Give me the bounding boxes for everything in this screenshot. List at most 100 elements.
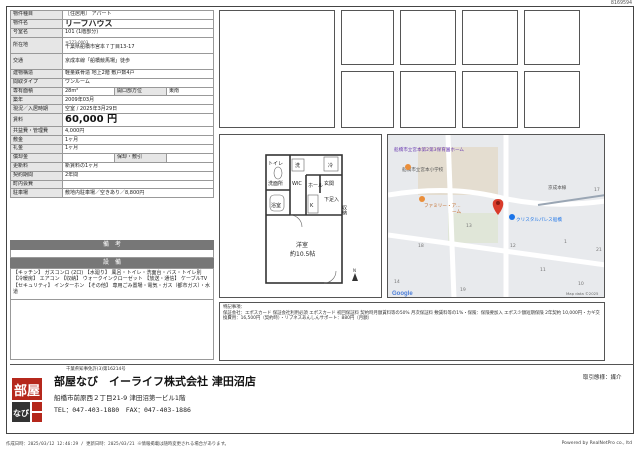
map-label: ーム: [452, 209, 461, 215]
company-address: 船橋市前原西２丁目21-9 津田沼第一ビル1階: [54, 394, 186, 402]
floor-plan-label: 浴室: [271, 202, 281, 209]
spec-value: 2009年03月: [62, 95, 214, 106]
logo-text-small: なび: [13, 408, 29, 418]
floor-plan: 洗 冷 WIC 玄関 ホール K 浴室 トイレ 下足入 洗面所 洋室 約10.5…: [219, 134, 382, 298]
map-block-number: 13: [466, 223, 472, 229]
notes-body: 保証会社：エポスカード 保証会社利用必須 エポスカード 初回保証料 契約時月額賃…: [223, 310, 600, 322]
spec-row: 賃料 60,000 円: [10, 113, 214, 128]
map-block-number: 10: [578, 281, 584, 287]
spec-row: 現況／入居時期 空室 / 2025年3月29日: [10, 104, 214, 115]
floor-plan-label: ホール: [308, 183, 323, 189]
transport: 京成本線「船橋競馬場」徒歩: [62, 52, 214, 70]
svg-text:N: N: [353, 268, 356, 273]
spec-key: 駐車場: [10, 188, 63, 199]
spec-value: [62, 152, 115, 163]
north-arrow-icon: N: [352, 268, 358, 281]
spec-value: ［住居用］ アパート: [62, 10, 214, 20]
spec-value: 2年間: [62, 170, 214, 181]
company-logo: 部屋 なび: [10, 376, 44, 424]
spec-value: 101 (1階部分): [62, 27, 214, 38]
spec-row: 物件種目 ［住居用］ アパート: [10, 10, 214, 20]
spec-key: 更新料: [10, 161, 63, 172]
floor-plan-label: WIC: [292, 181, 302, 187]
equipment-header: 設 備: [10, 258, 214, 268]
spec-table: 物件種目 ［住居用］ アパート 物件名 リーフハウス 号室名 101 (1階部分) 所…: [10, 10, 214, 199]
transaction-type: 取引態様：媒介: [583, 375, 622, 381]
map-label: 京成本線: [548, 184, 567, 191]
spec-row: 所在地 〒273-0003 千葉県船橋市宮本７丁目13-17: [10, 36, 214, 54]
orientation: 東南: [166, 86, 214, 97]
spec-value: 軽量鉄骨造 地上2階 敷戸数4戸: [62, 68, 214, 79]
map-block-number: 18: [418, 243, 424, 249]
logo-text: 部屋: [14, 383, 40, 399]
google-logo: Google: [392, 291, 413, 297]
spec-key: 築年: [10, 95, 63, 106]
spec-key: 交通: [10, 52, 63, 70]
spec-key: 現況／入居時期: [10, 104, 63, 115]
map-copyright: Map data ©2025: [566, 291, 599, 296]
equipment-text: 【キッチン】 ガスコンロ (2口) 【水廻り】 風呂・トイレ・洗面台・バス・トイ…: [10, 268, 214, 300]
spec-key: 間取タイプ: [10, 77, 63, 88]
map-drawing: 船橋市立宮本第2第3保育園ホーム 船橋市立宮本小学校 ファミリー・ア... ーム…: [388, 135, 604, 297]
company-phone: TEL：047-403-1880 FAX：047-403-1886: [54, 406, 191, 414]
area-map[interactable]: 船橋市立宮本第2第3保育園ホーム 船橋市立宮本小学校 ファミリー・ア... ーム…: [387, 134, 605, 298]
address: 千葉県船橋市宮本７丁目13-17: [65, 43, 135, 50]
spec-row: 間取タイプ ワンルーム: [10, 77, 214, 88]
photo-thumb: [524, 71, 580, 128]
spec-value: ワンルーム: [62, 77, 214, 88]
map-block-number: 11: [540, 267, 546, 273]
spec-value: [62, 179, 214, 190]
floor-plan-label: 洗面所: [268, 180, 283, 187]
footer-divider: [10, 364, 634, 365]
map-block-number: 12: [510, 243, 516, 249]
floor-plan-label: 約10.5帖: [290, 250, 315, 258]
spec-value: 新賃料の1ヶ月: [62, 161, 214, 172]
spec-row: 建物構造 軽量鉄骨造 地上2階 敷戸数4戸: [10, 68, 214, 79]
notes-header: 特記事項：: [223, 305, 245, 310]
floor-area: 28m²: [62, 86, 115, 97]
map-block-number: 19: [460, 287, 466, 293]
map-label: ファミリー・ア...: [424, 203, 461, 209]
spec-row: 物件名 リーフハウス: [10, 18, 214, 29]
address-cell: 〒273-0003 千葉県船橋市宮本７丁目13-17: [62, 36, 214, 54]
heya-navi-logo: 部屋 なび: [10, 376, 44, 424]
map-block-number: 21: [596, 247, 602, 253]
spec-key: 専有面積: [10, 86, 63, 97]
special-notes: 特記事項： 保証会社：エポスカード 保証会社利用必須 エポスカード 初回保証料 …: [219, 302, 605, 361]
building-icon: [509, 214, 515, 220]
spec-value: 1ヶ月: [62, 144, 214, 154]
floor-plan-drawing: 洗 冷 WIC 玄関 ホール K 浴室 トイレ 下足入 洗面所 洋室 約10.5…: [265, 154, 358, 284]
spec-value: 空室 / 2025年3月29日: [62, 104, 214, 115]
photo-thumb: [400, 71, 456, 128]
floor-plan-label: K: [310, 203, 314, 209]
spec-row: 契約期間 2年間: [10, 170, 214, 181]
parking: 敷地内駐車場／空きあり／8,800円: [62, 188, 214, 199]
spec-key: 建物構造: [10, 68, 63, 79]
main-photo: [219, 10, 335, 128]
license-number: 千葉県知事免許(3)第16214号: [66, 367, 126, 372]
school-icon: [405, 164, 411, 170]
photo-thumb: [462, 10, 518, 65]
window-mark: [323, 270, 337, 284]
spec-row: 共益費・管理費 4,000円: [10, 126, 214, 137]
floor-plan-label: 玄関: [324, 180, 334, 187]
spec-key: 賃料: [10, 113, 63, 128]
property-name: リーフハウス: [62, 18, 214, 29]
remarks-box: [10, 250, 214, 258]
spec-row: 交通 京成本線「船橋競馬場」徒歩: [10, 52, 214, 70]
equipment-blank: [10, 300, 214, 360]
spec-key: 償却金: [10, 152, 63, 163]
print-info: 作成日時：2025/03/12 12:46:29 / 更新日時：2025/03/…: [6, 442, 229, 447]
company-name: 部屋なび イーライフ株式会社 津田沼店: [54, 375, 256, 388]
map-block-number: 1: [564, 239, 567, 245]
photo-thumb: [524, 10, 580, 65]
spec-row: 号室名 101 (1階部分): [10, 27, 214, 38]
floor-plan-label: 冷: [328, 162, 333, 169]
spec-row: 駐車場 敷地内駐車場／空きあり／8,800円: [10, 188, 214, 199]
map-label: 船橋市立宮本第2第3保育園ホーム: [394, 146, 464, 153]
photo-thumb: [400, 10, 456, 65]
spec-key: 物件種目: [10, 10, 63, 20]
spec-key: 共益費・管理費: [10, 126, 63, 137]
spec-key: 所在地: [10, 36, 63, 54]
floor-plan-label: 収納: [341, 204, 347, 216]
